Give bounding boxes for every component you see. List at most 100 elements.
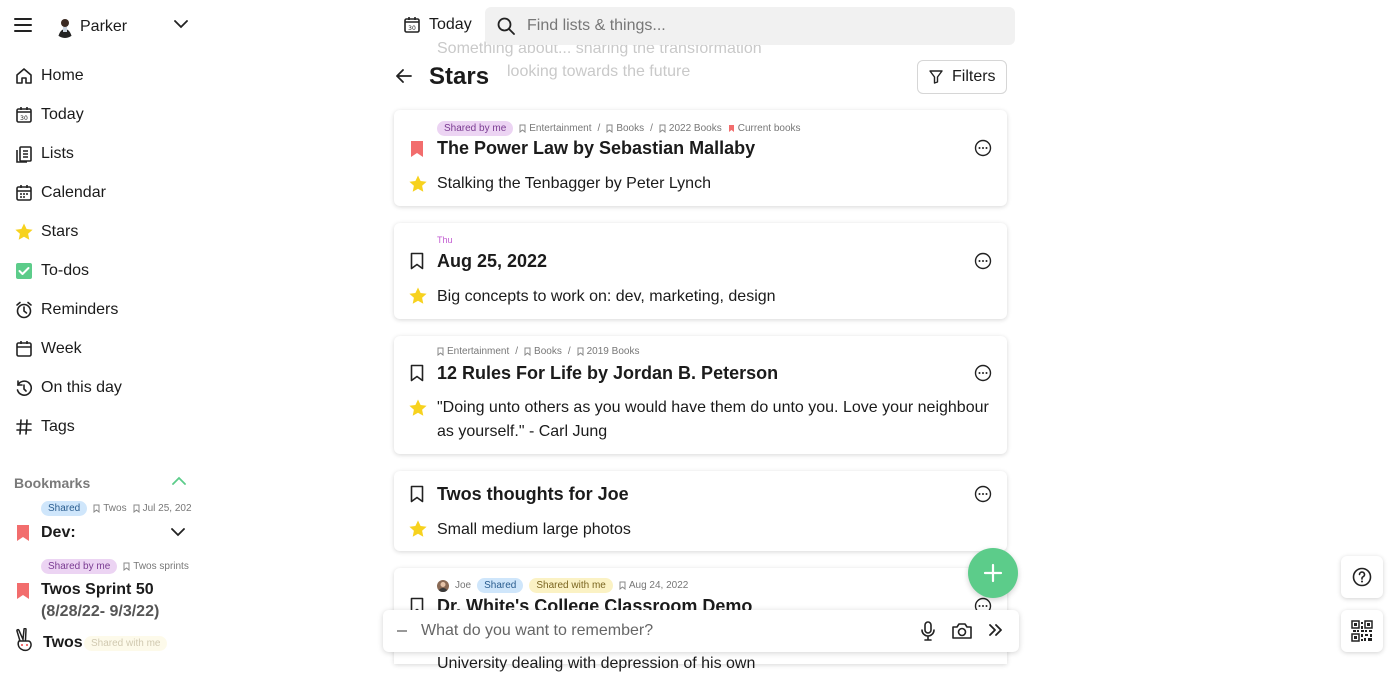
breadcrumb-item[interactable]: Books [524, 346, 562, 357]
breadcrumb-item[interactable]: Aug 24, 2022 [619, 580, 688, 591]
breadcrumb-item[interactable]: Twos [93, 503, 127, 514]
list-card[interactable]: Thu Aug 25, 2022 Big concepts to work on… [394, 223, 1007, 319]
composer-bar[interactable] [383, 610, 1019, 652]
breadcrumb-item[interactable]: 2019 Books [577, 346, 639, 357]
bookmark-item-twos[interactable]: Twos [43, 634, 83, 652]
sidebar-item-on-this-day[interactable]: On this day [14, 376, 194, 400]
tag-item[interactable]: Current books [728, 123, 801, 134]
chevron-down-icon[interactable] [174, 20, 188, 29]
sidebar-item-label: Calendar [41, 184, 106, 201]
sidebar-item-label: Lists [41, 145, 74, 162]
sidebar-item-today[interactable]: 30 Today [14, 103, 194, 127]
filters-label: Filters [952, 68, 996, 85]
bookmark-filled-icon[interactable] [410, 140, 424, 158]
chevron-down-icon[interactable] [171, 528, 185, 537]
today-button[interactable]: 30 Today [403, 16, 472, 34]
breadcrumb-item[interactable]: Entertainment [519, 123, 592, 134]
sidebar: Parker Home 30 Today Lists Calendar Star… [0, 0, 210, 664]
starred-item[interactable]: Stalking the Tenbagger by Peter Lynch [437, 172, 711, 195]
lists-icon [14, 144, 34, 164]
sidebar-item-label: Today [41, 106, 84, 123]
bookmark-outline-icon[interactable] [410, 485, 424, 503]
bookmark-item-twos-sprint[interactable]: Twos Sprint 50 [41, 581, 154, 599]
composer-input[interactable] [421, 621, 881, 641]
card-title[interactable]: Twos thoughts for Joe [437, 484, 629, 505]
bookmark-outline-icon[interactable] [410, 252, 424, 270]
search-input[interactable] [527, 15, 997, 37]
sidebar-item-label: Home [41, 67, 84, 84]
microphone-icon[interactable] [920, 621, 936, 641]
double-chevron-right-icon[interactable] [988, 622, 1004, 638]
bookmark-outline-icon [93, 504, 100, 513]
more-options-icon[interactable] [974, 364, 992, 382]
menu-icon[interactable] [14, 18, 32, 32]
bookmark-item-subtitle: (8/28/22- 9/3/22) [41, 603, 160, 620]
card-title[interactable]: 12 Rules For Life by Jordan B. Peterson [437, 363, 778, 384]
more-options-icon[interactable] [974, 252, 992, 270]
hash-icon [14, 417, 34, 437]
sidebar-item-lists[interactable]: Lists [14, 142, 194, 166]
star-icon[interactable] [408, 519, 428, 539]
card-meta: Shared by me Entertainment / Books/ 2022 … [437, 121, 801, 136]
bookmark-item-dev[interactable]: Dev: [14, 524, 76, 542]
checkbox-icon [14, 261, 34, 281]
star-icon[interactable] [408, 286, 428, 306]
sidebar-item-tags[interactable]: Tags [14, 415, 194, 439]
shared-with-me-badge: Shared with me [84, 636, 168, 651]
bookmark-outline-icon[interactable] [410, 364, 424, 382]
calendar-day-icon: 30 [14, 105, 34, 125]
shared-badge: Shared [41, 501, 88, 516]
breadcrumb-item[interactable]: Books [606, 123, 644, 134]
starred-item[interactable]: "Doing unto others as you would have the… [437, 396, 989, 419]
starred-item-continued[interactable]: as yourself." - Carl Jung [437, 420, 607, 443]
breadcrumb-item[interactable]: Jul 25, 202 [133, 503, 192, 514]
sidebar-item-reminders[interactable]: Reminders [14, 298, 194, 322]
starred-item[interactable]: Big concepts to work on: dev, marketing,… [437, 285, 776, 308]
chevron-up-icon[interactable] [172, 476, 186, 485]
page-title: Stars [429, 63, 490, 90]
day-label: Thu [437, 235, 453, 245]
list-card[interactable]: Entertainment / Books/ 2019 Books 12 Rule… [394, 336, 1007, 454]
sidebar-item-home[interactable]: Home [14, 64, 194, 88]
sidebar-item-calendar[interactable]: Calendar [14, 181, 194, 205]
avatar [437, 579, 449, 592]
search-icon [497, 17, 515, 35]
search-bar[interactable] [485, 7, 1015, 45]
dash-icon [397, 630, 407, 632]
starred-item[interactable]: Small medium large photos [437, 518, 631, 541]
filters-button[interactable]: Filters [917, 60, 1007, 94]
ghost-text-line: looking towards the future [507, 63, 691, 80]
sidebar-item-week[interactable]: Week [14, 337, 194, 361]
add-button[interactable] [968, 548, 1018, 598]
sidebar-item-todos[interactable]: To-dos [14, 259, 194, 283]
list-card[interactable]: Shared by me Entertainment / Books/ 2022 … [394, 110, 1007, 206]
more-options-icon[interactable] [974, 485, 992, 503]
card-title[interactable]: Aug 25, 2022 [437, 251, 547, 272]
bookmark-outline-icon [123, 562, 130, 571]
calendar-day-icon: 30 [404, 17, 420, 33]
star-icon[interactable] [408, 174, 428, 194]
card-meta: Joe Shared Shared with me Aug 24, 2022 [437, 578, 688, 593]
breadcrumb-item[interactable]: Entertainment [437, 346, 509, 357]
svg-text:30: 30 [20, 115, 28, 122]
more-options-icon[interactable] [974, 139, 992, 157]
breadcrumb-item[interactable]: Twos sprints [123, 561, 189, 572]
help-button[interactable] [1341, 556, 1383, 598]
card-title[interactable]: The Power Law by Sebastian Mallaby [437, 138, 755, 159]
help-icon [1352, 567, 1372, 587]
week-icon [14, 339, 34, 359]
sidebar-item-stars[interactable]: Stars [14, 220, 194, 244]
card-meta: Entertainment / Books/ 2019 Books [437, 346, 639, 357]
sidebar-item-label: Week [41, 340, 82, 357]
camera-icon[interactable] [951, 621, 973, 641]
user-switcher[interactable]: Parker [14, 14, 194, 40]
list-card[interactable]: Twos thoughts for Joe Small medium large… [394, 471, 1007, 551]
star-icon[interactable] [408, 398, 428, 418]
qr-code-button[interactable] [1341, 610, 1383, 652]
breadcrumb-item[interactable]: 2022 Books [659, 123, 722, 134]
shared-by-me-badge: Shared by me [41, 559, 118, 574]
back-arrow-icon[interactable] [396, 68, 412, 84]
sidebar-item-label: Reminders [41, 301, 119, 318]
qr-code-icon [1351, 620, 1373, 642]
sidebar-item-label: To-dos [41, 262, 90, 279]
